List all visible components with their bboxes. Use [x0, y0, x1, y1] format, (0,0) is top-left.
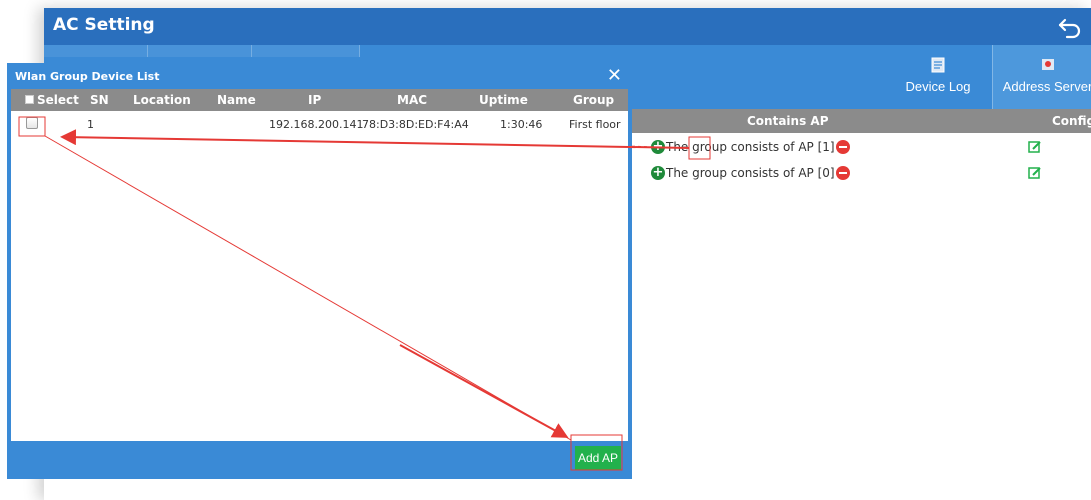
toolbar-tab[interactable] [252, 45, 360, 57]
plus-circle-icon[interactable]: + [651, 166, 665, 180]
device-table: Select SN Location Name IP MAC Uptime Gr… [11, 89, 628, 441]
table-row[interactable]: 1 192.168.200.141 78:D3:8D:ED:F4:A4 1:30… [11, 115, 628, 135]
add-ap-button[interactable]: Add AP [575, 446, 621, 470]
back-arrow-icon[interactable] [1057, 14, 1083, 40]
column-select: Select [37, 93, 79, 107]
column-ip: IP [308, 93, 322, 107]
minus-circle-icon[interactable] [835, 166, 850, 180]
column-mac: MAC [397, 93, 428, 107]
column-name: Name [217, 93, 256, 107]
column-sn: SN [90, 93, 109, 107]
ap-table-header: Contains AP Config [631, 109, 1091, 133]
page-title: AC Setting [53, 15, 155, 35]
device-log-label: Device Log [905, 79, 971, 94]
toolbar-tab[interactable] [44, 45, 148, 57]
wlan-group-device-dialog: Wlan Group Device List ✕ Select SN Locat… [7, 63, 632, 479]
cell-ip: 192.168.200.141 [269, 118, 364, 131]
ap-group-row: + The group consists of AP [1] [651, 137, 850, 157]
dialog-title: Wlan Group Device List [15, 70, 160, 83]
address-server-button[interactable]: Address Server [992, 45, 1091, 109]
column-group: Group [573, 93, 615, 107]
ap-group-row: + The group consists of AP [0] [651, 163, 850, 183]
column-contains-ap: Contains AP [747, 114, 829, 128]
toolbar-tab[interactable] [148, 45, 252, 57]
cell-sn: 1 [87, 118, 94, 131]
plus-circle-icon[interactable]: + [651, 140, 665, 154]
address-server-label: Address Server [1002, 79, 1091, 94]
row-checkbox[interactable] [26, 117, 38, 129]
ap-group-text: The group consists of AP [0] [666, 166, 835, 180]
ap-group-text: The group consists of AP [1] [666, 140, 835, 154]
edit-icon[interactable] [1028, 140, 1042, 154]
column-location: Location [133, 93, 191, 107]
app-header: AC Setting [44, 8, 1091, 45]
cell-mac: 78:D3:8D:ED:F4:A4 [362, 118, 469, 131]
table-header: Select SN Location Name IP MAC Uptime Gr… [11, 89, 628, 111]
column-uptime: Uptime [479, 93, 528, 107]
map-pin-icon [1041, 59, 1054, 70]
edit-icon[interactable] [1028, 166, 1042, 180]
document-icon [931, 57, 945, 73]
cell-group: First floor [569, 118, 621, 131]
device-log-button[interactable]: Device Log [884, 45, 992, 109]
close-icon[interactable]: ✕ [607, 65, 622, 86]
minus-circle-icon[interactable] [835, 140, 850, 154]
column-config: Config [1052, 114, 1091, 128]
select-all-checkbox[interactable] [25, 95, 34, 104]
cell-uptime: 1:30:46 [500, 118, 543, 131]
